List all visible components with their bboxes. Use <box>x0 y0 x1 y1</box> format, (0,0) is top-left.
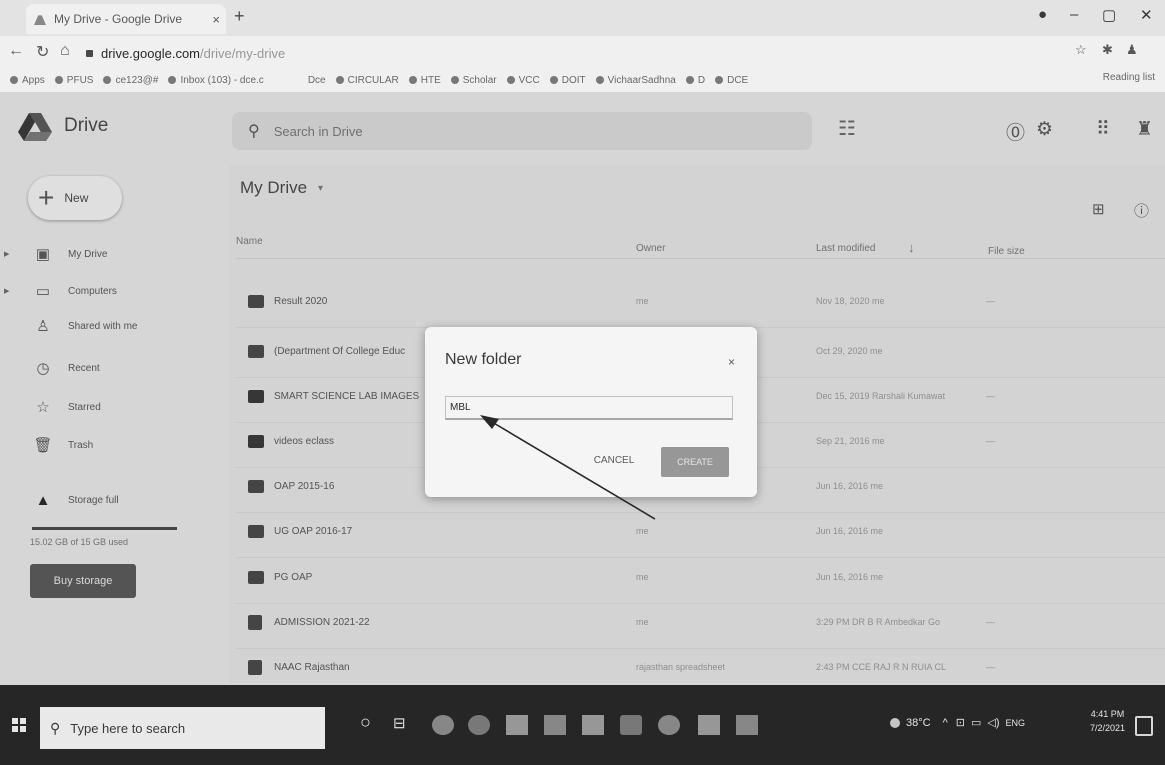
weather-icon[interactable] <box>890 717 900 728</box>
cancel-button[interactable]: CANCEL <box>579 447 649 473</box>
temperature[interactable]: 38°C <box>906 717 931 729</box>
excel-icon[interactable] <box>698 715 720 735</box>
network-icon[interactable]: ⊡ <box>956 716 965 729</box>
bookmark-item[interactable]: ce123@# <box>103 75 158 86</box>
tab-close-icon[interactable]: × <box>212 12 220 27</box>
taskbar-search[interactable]: ⚲ Type here to search <box>40 707 325 749</box>
bookmark-item[interactable]: CIRCULAR <box>335 75 399 86</box>
reading-list[interactable]: Reading list <box>1103 72 1155 83</box>
bookmark-star-icon[interactable]: ☆ <box>1075 42 1087 58</box>
chrome-icon[interactable] <box>468 715 490 735</box>
bookmark-item[interactable]: VichaarSadhna <box>595 75 676 86</box>
close-icon[interactable]: × <box>728 355 735 369</box>
new-tab-button[interactable]: + <box>234 6 245 27</box>
word-icon[interactable] <box>544 715 566 735</box>
drive-favicon-icon <box>34 15 46 25</box>
clock-time: 4:41 PM <box>1090 709 1125 719</box>
clock-date: 7/2/2021 <box>1090 723 1126 733</box>
app-icon[interactable] <box>582 715 604 735</box>
bookmarks-bar: Apps PFUS ce123@# Inbox (103) - dce.c Dc… <box>0 68 1165 93</box>
task-view-icon[interactable]: ⊟ <box>393 714 406 732</box>
bookmark-item[interactable]: Apps <box>10 75 45 86</box>
close-window-icon[interactable]: ✕ <box>1140 6 1153 24</box>
file-explorer-icon[interactable] <box>506 715 528 735</box>
edge-icon[interactable] <box>432 715 454 735</box>
url-field[interactable]: drive.google.com /drive/my-drive <box>86 42 285 64</box>
bookmark-item[interactable]: D <box>685 75 705 86</box>
profile-icon[interactable]: ● <box>1038 6 1047 23</box>
language-indicator[interactable]: ENG <box>1006 718 1026 728</box>
bookmark-item[interactable]: VCC <box>506 75 540 86</box>
dialog-title: New folder <box>445 351 522 368</box>
volume-icon[interactable]: ◁) <box>987 716 999 729</box>
home-icon[interactable]: ⌂ <box>60 42 70 60</box>
clock[interactable]: 4:41 PM 7/2/2021 <box>1090 707 1125 735</box>
app-icon[interactable] <box>658 715 680 735</box>
cortana-icon[interactable]: ○ <box>360 712 371 733</box>
minimize-icon[interactable]: – <box>1070 6 1078 23</box>
app-icon[interactable] <box>736 715 758 735</box>
bookmark-item[interactable]: PFUS <box>54 75 93 86</box>
browser-tab[interactable]: My Drive - Google Drive × <box>26 4 226 34</box>
bookmark-item[interactable]: Scholar <box>450 75 497 86</box>
lock-icon <box>86 49 93 57</box>
maximize-icon[interactable]: ▢ <box>1102 6 1116 24</box>
app-icon[interactable] <box>620 715 642 735</box>
battery-icon[interactable]: ▭ <box>971 716 981 729</box>
show-hidden-icons-icon[interactable]: ^ <box>943 717 948 729</box>
folder-name-input[interactable] <box>445 396 733 420</box>
reload-icon[interactable]: ↻ <box>36 42 49 62</box>
url-path: /drive/my-drive <box>200 45 286 61</box>
bookmark-item[interactable]: HTE <box>408 75 441 86</box>
bookmark-item[interactable]: DCE <box>715 75 748 86</box>
create-button[interactable]: CREATE <box>661 447 729 477</box>
system-tray: 38°C ^ ⊡ ▭ ◁) ENG <box>890 716 1025 729</box>
bookmark-item[interactable]: Inbox (103) - dce.c <box>168 75 264 86</box>
tab-title: My Drive - Google Drive <box>54 12 183 26</box>
bookmark-item[interactable]: Dce <box>308 75 326 86</box>
windows-start-icon[interactable] <box>12 718 26 732</box>
notifications-icon[interactable] <box>1135 716 1153 736</box>
new-folder-dialog: New folder × CANCEL CREATE <box>425 327 757 497</box>
extensions-icon[interactable]: ✱ <box>1102 42 1113 58</box>
bookmark-item[interactable]: DOIT <box>549 75 586 86</box>
url-host: drive.google.com <box>101 45 200 61</box>
search-icon: ⚲ <box>50 719 61 736</box>
account-icon[interactable]: ♟ <box>1126 42 1138 58</box>
taskbar-search-placeholder: Type here to search <box>70 720 186 736</box>
back-icon[interactable]: ← <box>8 42 24 60</box>
